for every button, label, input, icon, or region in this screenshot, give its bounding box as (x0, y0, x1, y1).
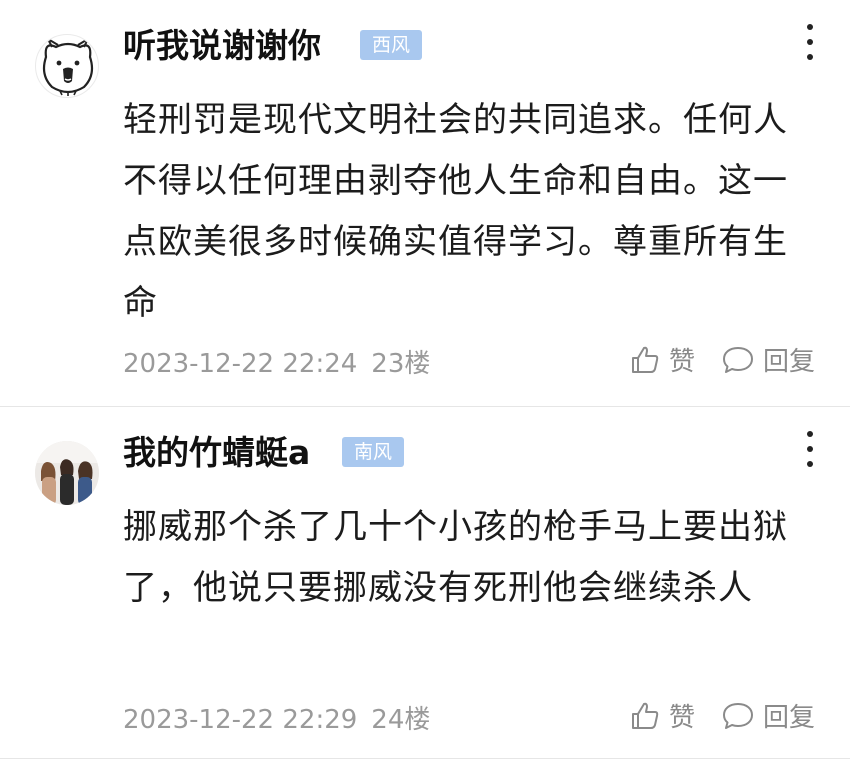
thumbs-up-icon (631, 702, 659, 729)
floor-number: 23楼 (371, 349, 431, 379)
comment-meta: 2023-12-22 22:29 24楼 (123, 699, 430, 736)
avatar[interactable] (35, 34, 99, 98)
floor-number: 24楼 (371, 705, 431, 735)
more-options-button[interactable] (800, 429, 820, 469)
like-button[interactable]: 赞 (629, 341, 695, 378)
reply-label: 回复 (762, 347, 815, 377)
like-label: 赞 (668, 703, 695, 733)
cartoon-cat-avatar-icon (42, 36, 94, 96)
photo-avatar-icon (35, 441, 99, 505)
reply-button[interactable]: 回复 (721, 341, 815, 378)
more-dot-icon (807, 461, 813, 467)
region-badge: 南风 (342, 437, 405, 467)
username[interactable]: 听我说谢谢你 (123, 24, 321, 68)
speech-bubble-icon (722, 346, 753, 373)
comment-item: 我的竹蜻蜓a 南风 挪威那个杀了几十个小孩的枪手马上要出狱了，他说只要挪威没有死… (0, 407, 850, 759)
more-dot-icon (807, 39, 813, 45)
comment-meta: 2023-12-22 22:24 23楼 (123, 343, 430, 380)
comment-text: 轻刑罚是现代文明社会的共同追求。任何人不得以任何理由剥夺他人生命和自由。这一点欧… (123, 100, 788, 323)
comment-text: 挪威那个杀了几十个小孩的枪手马上要出狱了，他说只要挪威没有死刑他会继续杀人 (123, 507, 788, 608)
divider (0, 758, 850, 759)
speech-bubble-icon (722, 702, 753, 729)
more-dot-icon (807, 54, 813, 60)
reply-button[interactable]: 回复 (721, 697, 815, 734)
like-label: 赞 (668, 347, 695, 377)
more-dot-icon (807, 431, 813, 437)
comment-actions: 赞 回复 (629, 697, 815, 734)
region-badge: 西风 (360, 30, 423, 60)
more-options-button[interactable] (800, 22, 820, 62)
timestamp: 2023-12-22 22:29 (123, 705, 358, 735)
username[interactable]: 我的竹蜻蜓a (123, 431, 310, 475)
thumbs-up-icon (631, 346, 659, 373)
reply-label: 回复 (762, 703, 815, 733)
avatar[interactable] (35, 441, 99, 505)
like-button[interactable]: 赞 (629, 697, 695, 734)
timestamp: 2023-12-22 22:24 (123, 349, 358, 379)
more-dot-icon (807, 446, 813, 452)
comment-actions: 赞 回复 (629, 341, 815, 378)
comment-item: 听我说谢谢你 西风 轻刑罚是现代文明社会的共同追求。任何人不得以任何理由剥夺他人… (0, 0, 850, 407)
more-dot-icon (807, 24, 813, 30)
